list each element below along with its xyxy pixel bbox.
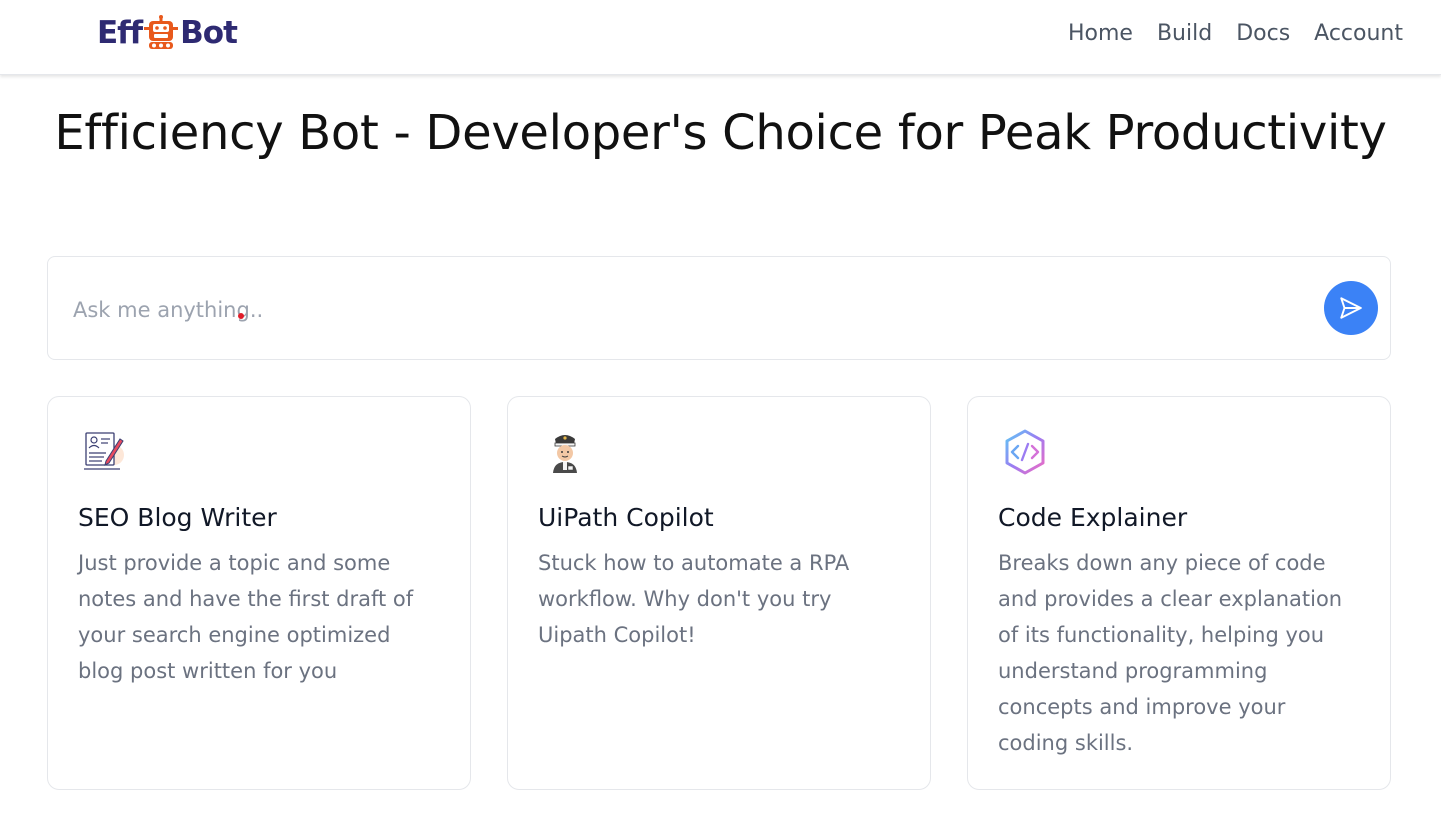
card-description: Stuck how to automate a RPA workflow. Wh…: [538, 551, 850, 647]
mouse-cursor-marker: [238, 313, 244, 319]
card-seo-blog-writer[interactable]: SEO Blog Writer Just provide a topic and…: [47, 396, 471, 790]
card-title: Code Explainer: [998, 503, 1188, 532]
page-title: Efficiency Bot - Developer's Choice for …: [54, 105, 1387, 161]
blog-writer-icon: [84, 432, 124, 470]
card-description: Just provide a topic and some notes and …: [78, 551, 414, 683]
nav-home-link[interactable]: Home: [1068, 20, 1133, 48]
nav-account-link[interactable]: Account: [1314, 20, 1403, 48]
main-nav: Home Build Docs Account: [1044, 20, 1403, 48]
card-title: UiPath Copilot: [538, 503, 714, 532]
ask-input[interactable]: [71, 289, 1295, 331]
paper-plane-icon: [1340, 297, 1362, 319]
logo-text-right: Bot: [180, 15, 238, 51]
card-description: Breaks down any piece of code and provid…: [998, 551, 1343, 755]
chat-input-box: [47, 256, 1391, 360]
pilot-avatar-icon: [553, 435, 577, 473]
code-hexagon-icon: [1005, 429, 1045, 475]
card-code-explainer[interactable]: Code Explainer Breaks down any piece of …: [967, 396, 1391, 790]
card-uipath-copilot[interactable]: UiPath Copilot Stuck how to automate a R…: [507, 396, 931, 790]
card-title: SEO Blog Writer: [78, 503, 277, 532]
nav-docs-link[interactable]: Docs: [1236, 20, 1290, 48]
effbot-logo[interactable]: Eff Bot: [97, 13, 238, 53]
send-button[interactable]: [1324, 281, 1378, 335]
logo-text-left: Eff: [97, 15, 143, 51]
top-navbar: Eff Bot Home Build Docs Account: [0, 0, 1441, 75]
robot-icon: [144, 15, 179, 49]
nav-build-link[interactable]: Build: [1157, 20, 1212, 48]
